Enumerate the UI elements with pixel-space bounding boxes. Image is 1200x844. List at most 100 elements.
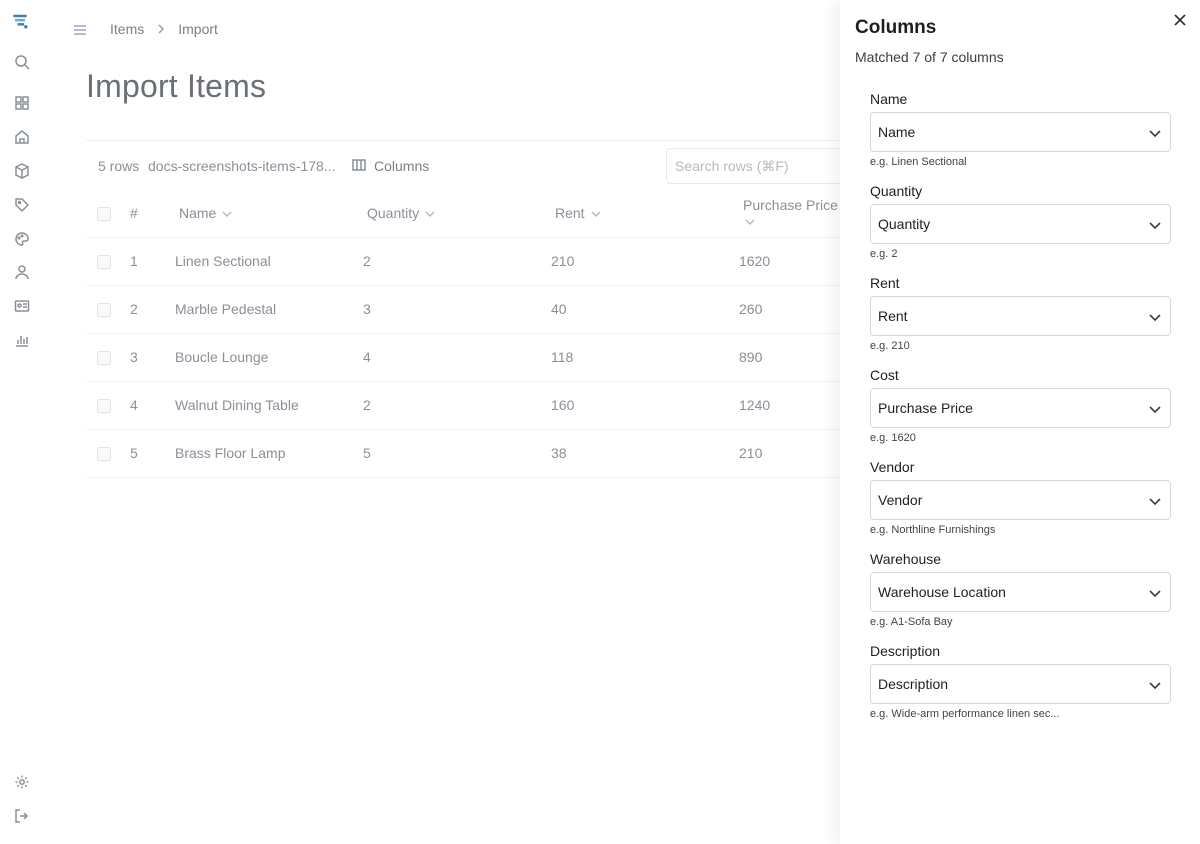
cell-price: 1240 xyxy=(739,381,846,430)
chevron-down-icon xyxy=(1148,218,1162,232)
header-num: # xyxy=(130,190,175,238)
chart-icon[interactable] xyxy=(12,330,32,350)
select-value: Quantity xyxy=(878,216,931,232)
row-checkbox[interactable] xyxy=(97,255,111,270)
close-icon[interactable] xyxy=(1171,11,1189,29)
row-number: 4 xyxy=(130,381,175,430)
cell-price: 1620 xyxy=(739,237,846,286)
box-icon[interactable] xyxy=(12,161,32,181)
table-header-row: # Name Quantity Rent Purchase Price xyxy=(86,190,846,238)
user-icon[interactable] xyxy=(12,262,32,282)
row-checkbox[interactable] xyxy=(97,447,111,462)
column-select[interactable]: Quantity xyxy=(870,204,1171,244)
cell-rent: 210 xyxy=(551,237,739,286)
dashboard-icon[interactable] xyxy=(12,93,32,113)
row-checkbox[interactable] xyxy=(97,399,111,414)
select-value: Description xyxy=(878,676,949,692)
mapping-field-warehouse: Warehouse Warehouse Location e.g. A1-Sof… xyxy=(870,544,1171,636)
cell-rent: 38 xyxy=(551,429,739,478)
table-row[interactable]: 2 Marble Pedestal 3 40 260 xyxy=(86,285,846,334)
palette-icon[interactable] xyxy=(12,229,32,249)
header-rent[interactable]: Rent xyxy=(551,190,739,238)
field-label: Vendor xyxy=(870,459,915,475)
column-select[interactable]: Name xyxy=(870,112,1171,152)
row-select[interactable] xyxy=(86,381,130,430)
header-name[interactable]: Name xyxy=(175,190,363,238)
row-select[interactable] xyxy=(86,429,130,478)
panel-title: Columns xyxy=(855,17,937,38)
row-number: 3 xyxy=(130,333,175,382)
row-number: 2 xyxy=(130,285,175,334)
header-name-label: Name xyxy=(179,204,217,221)
row-select[interactable] xyxy=(86,237,130,286)
header-quantity-label: Quantity xyxy=(367,204,420,221)
mapping-field-vendor: Vendor Vendor e.g. Northline Furnishings xyxy=(870,452,1171,544)
breadcrumb-items-link[interactable]: Items xyxy=(110,21,144,37)
field-label: Warehouse xyxy=(870,551,942,567)
column-select[interactable]: Rent xyxy=(870,296,1171,336)
chevron-down-icon xyxy=(1148,402,1162,416)
cell-price: 260 xyxy=(739,285,846,334)
select-value: Name xyxy=(878,124,916,140)
cell-quantity: 2 xyxy=(363,381,551,430)
header-select-all[interactable] xyxy=(86,190,130,238)
select-value: Purchase Price xyxy=(878,400,973,416)
tag-icon[interactable] xyxy=(12,195,32,215)
table-row[interactable]: 3 Boucle Lounge 4 118 890 xyxy=(86,333,846,382)
mapping-field-description: Description Description e.g. Wide-arm pe… xyxy=(870,636,1171,728)
file-name: docs-screenshots-items-178... xyxy=(148,158,336,174)
column-select[interactable]: Vendor xyxy=(870,480,1171,520)
column-mapping-list: Name Name e.g. Linen Sectional Quantity … xyxy=(870,84,1171,728)
columns-panel: Columns Matched 7 of 7 columns Name Name… xyxy=(840,0,1200,844)
search-icon[interactable] xyxy=(12,52,32,72)
table-row[interactable]: 1 Linen Sectional 2 210 1620 xyxy=(86,237,846,286)
row-number: 1 xyxy=(130,237,175,286)
chevron-down-icon xyxy=(1148,494,1162,508)
settings-icon[interactable] xyxy=(12,772,32,792)
example-text: e.g. 210 xyxy=(870,340,910,352)
columns-button[interactable]: Columns xyxy=(352,155,429,177)
row-checkbox[interactable] xyxy=(97,351,111,366)
row-number: 5 xyxy=(130,429,175,478)
header-quantity[interactable]: Quantity xyxy=(363,190,551,238)
example-text: e.g. 2 xyxy=(870,248,898,260)
columns-icon xyxy=(352,158,366,175)
example-text: e.g. 1620 xyxy=(870,432,916,444)
cell-name: Walnut Dining Table xyxy=(175,381,363,430)
id-card-icon[interactable] xyxy=(12,296,32,316)
logo-icon[interactable] xyxy=(10,11,30,31)
example-text: e.g. Wide-arm performance linen sec... xyxy=(870,708,1060,720)
cell-price: 890 xyxy=(739,333,846,382)
cell-quantity: 5 xyxy=(363,429,551,478)
mapping-field-name: Name Name e.g. Linen Sectional xyxy=(870,84,1171,176)
cell-name: Boucle Lounge xyxy=(175,333,363,382)
column-select[interactable]: Warehouse Location xyxy=(870,572,1171,612)
select-value: Vendor xyxy=(878,492,923,508)
chevron-down-icon xyxy=(1148,126,1162,140)
row-checkbox[interactable] xyxy=(97,303,111,318)
panel-subtitle: Matched 7 of 7 columns xyxy=(855,49,1004,65)
cell-quantity: 2 xyxy=(363,237,551,286)
chevron-down-icon xyxy=(1148,310,1162,324)
field-label: Rent xyxy=(870,275,900,291)
column-select[interactable]: Purchase Price xyxy=(870,388,1171,428)
table-row[interactable]: 4 Walnut Dining Table 2 160 1240 xyxy=(86,381,846,430)
table-row[interactable]: 5 Brass Floor Lamp 5 38 210 xyxy=(86,429,846,478)
logout-icon[interactable] xyxy=(12,806,32,826)
header-purchase-price[interactable]: Purchase Price xyxy=(739,190,846,238)
column-select[interactable]: Description xyxy=(870,664,1171,704)
chevron-down-icon xyxy=(425,206,435,222)
chevron-down-icon xyxy=(1148,678,1162,692)
mapping-field-quantity: Quantity Quantity e.g. 2 xyxy=(870,176,1171,268)
row-select[interactable] xyxy=(86,285,130,334)
breadcrumb: Items Import xyxy=(110,21,218,37)
home-icon[interactable] xyxy=(12,127,32,147)
cell-quantity: 3 xyxy=(363,285,551,334)
menu-toggle-icon[interactable] xyxy=(70,20,90,40)
mapping-field-rent: Rent Rent e.g. 210 xyxy=(870,268,1171,360)
example-text: e.g. Northline Furnishings xyxy=(870,524,996,536)
select-all-checkbox[interactable] xyxy=(97,207,111,222)
left-rail xyxy=(0,0,44,844)
row-select[interactable] xyxy=(86,333,130,382)
header-price-label: Purchase Price xyxy=(743,196,838,213)
